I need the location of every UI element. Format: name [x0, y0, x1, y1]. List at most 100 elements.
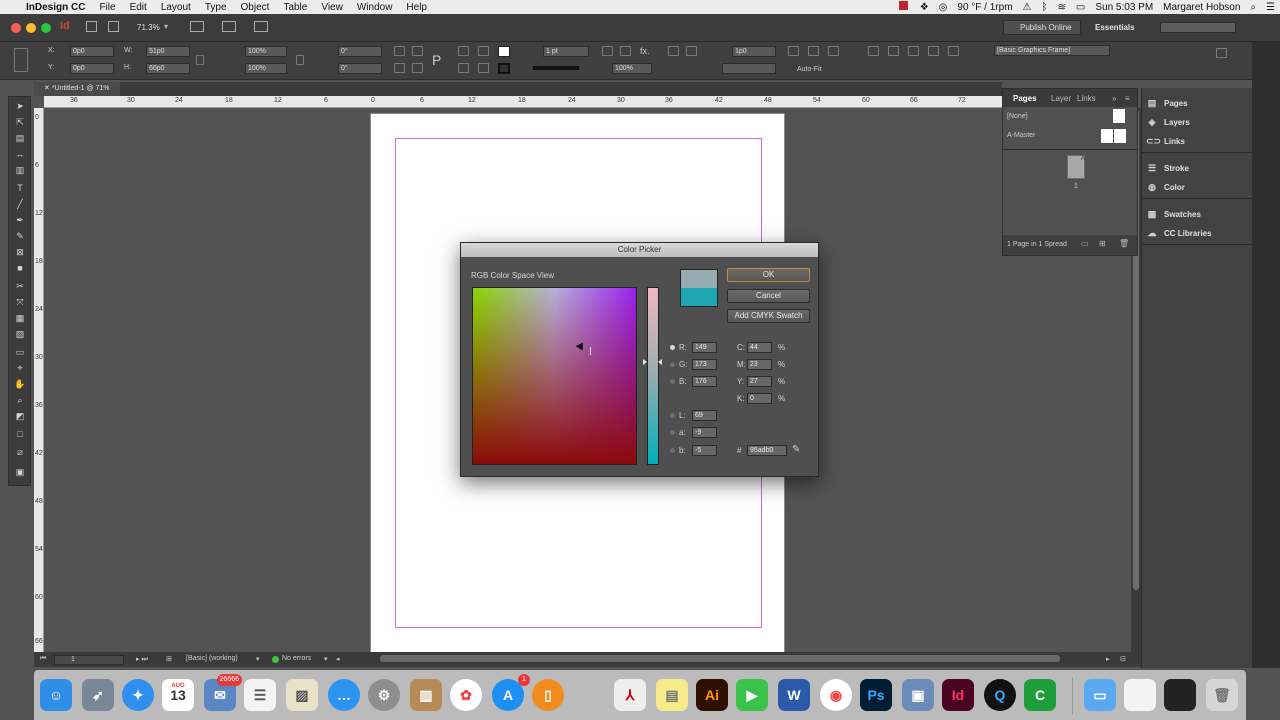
- launchpad-icon[interactable]: ➶: [82, 679, 114, 711]
- record-icon[interactable]: [894, 1, 915, 13]
- b-radio[interactable]: [670, 379, 675, 384]
- a-master-left-thumbnail[interactable]: [1101, 129, 1113, 143]
- screenshot-stack-icon[interactable]: [1164, 679, 1196, 711]
- note-tool-icon[interactable]: ▭: [14, 347, 26, 357]
- reference-point-icon[interactable]: [14, 48, 28, 72]
- scissors-tool-icon[interactable]: ✂: [14, 281, 26, 291]
- scroll-left-icon[interactable]: ◂: [336, 655, 340, 663]
- menu-help[interactable]: Help: [399, 2, 434, 13]
- content-collector-icon[interactable]: ▥: [14, 165, 26, 175]
- y-field[interactable]: 27: [747, 376, 772, 387]
- free-transform-tool-icon[interactable]: ⤧: [14, 297, 26, 307]
- flip-vertical-icon[interactable]: [412, 63, 423, 73]
- stroke-type-selector[interactable]: [533, 66, 579, 70]
- spotlight-icon[interactable]: ⌕: [1245, 2, 1261, 13]
- word-icon[interactable]: W: [778, 679, 810, 711]
- constrain-scale-icon[interactable]: [296, 55, 304, 65]
- align-left-icon[interactable]: [868, 46, 879, 56]
- frame-offset-field[interactable]: 1p0: [732, 46, 776, 57]
- downloads-folder-icon[interactable]: ▭: [1084, 679, 1116, 711]
- close-tab-icon[interactable]: ✕: [44, 85, 52, 92]
- app-store-icon[interactable]: A1: [492, 674, 530, 711]
- app-menu[interactable]: InDesign CC: [19, 2, 92, 13]
- chrome-icon[interactable]: ◉: [820, 679, 852, 711]
- next-page-icon[interactable]: ▸ ⏭: [136, 655, 148, 664]
- menu-object[interactable]: Object: [234, 2, 277, 13]
- opacity-field[interactable]: 100%: [612, 63, 652, 74]
- profile-status[interactable]: [Basic] (working): [186, 655, 238, 662]
- scroll-right-icon[interactable]: ▸: [1106, 655, 1110, 663]
- shear-angle-field[interactable]: 0°: [338, 63, 382, 74]
- flip-horizontal-icon[interactable]: [394, 63, 405, 73]
- close-window-button[interactable]: [11, 23, 21, 33]
- constrain-proportions-icon[interactable]: [196, 55, 204, 65]
- battery-icon[interactable]: ▭: [1071, 2, 1090, 13]
- tab-pages[interactable]: Pages: [1013, 94, 1037, 103]
- zoom-level[interactable]: 71.3%: [137, 23, 160, 32]
- drop-shadow-icon[interactable]: [602, 46, 613, 56]
- dropbox-icon[interactable]: ❖: [915, 2, 934, 13]
- calendar-icon[interactable]: AUG 13: [162, 679, 194, 711]
- align-bottom-icon[interactable]: [948, 46, 959, 56]
- a-field[interactable]: -9: [692, 427, 717, 438]
- open-page-icon[interactable]: ⊞: [166, 655, 172, 663]
- indesign-icon[interactable]: Id: [942, 679, 974, 711]
- align-top-icon[interactable]: [928, 46, 939, 56]
- weather-readout[interactable]: 90 °F / 1rpm: [952, 2, 1017, 13]
- direct-selection-tool-icon[interactable]: ⇱: [14, 117, 26, 127]
- arrange-documents-icon[interactable]: [254, 21, 268, 32]
- menu-window[interactable]: Window: [350, 2, 400, 13]
- style-chevron-down-icon[interactable]: ▾: [256, 655, 260, 663]
- image-capture-icon[interactable]: ▣: [902, 679, 934, 711]
- dock-swatches[interactable]: ▦ Swatches: [1146, 205, 1249, 223]
- pen-tool-icon[interactable]: ✒: [14, 215, 26, 225]
- minimize-window-button[interactable]: [26, 23, 36, 33]
- messages-icon[interactable]: …: [328, 679, 360, 711]
- preflight-errors[interactable]: No errors: [282, 655, 311, 662]
- dock-pages[interactable]: ▤ Pages: [1146, 94, 1249, 112]
- dock-links[interactable]: ⊂⊃ Links: [1146, 132, 1249, 150]
- dock-stroke[interactable]: ☰ Stroke: [1146, 159, 1249, 177]
- color-field[interactable]: [472, 287, 637, 465]
- camtasia-icon[interactable]: C: [1024, 679, 1056, 711]
- screen-mode-tool-icon[interactable]: ▣: [14, 467, 26, 477]
- menu-file[interactable]: File: [92, 2, 122, 13]
- lab-b-field[interactable]: -5: [692, 445, 717, 456]
- zoom-tool-icon[interactable]: ⌕: [14, 395, 26, 405]
- view-options-icon[interactable]: [190, 21, 204, 32]
- k-field[interactable]: 0: [747, 393, 772, 404]
- quicktime-icon[interactable]: Q: [984, 679, 1016, 711]
- zoom-window-button[interactable]: [41, 23, 51, 33]
- line-tool-icon[interactable]: ╱: [14, 199, 26, 209]
- clock[interactable]: Sun 5:03 PM: [1090, 2, 1158, 13]
- formatting-affects-icon[interactable]: □: [14, 429, 26, 439]
- path-p-icon[interactable]: P: [432, 52, 441, 68]
- split-layout-icon[interactable]: ⊟: [1120, 655, 1126, 663]
- reminders-icon[interactable]: ☰: [244, 679, 276, 711]
- object-style-dropdown[interactable]: [Basic Graphics Frame]: [994, 45, 1110, 56]
- text-wrap-icon[interactable]: [668, 46, 679, 56]
- delete-page-icon[interactable]: 🗑: [1119, 239, 1129, 248]
- scale-x-field[interactable]: 100%: [245, 46, 287, 57]
- cancel-button[interactable]: Cancel: [727, 289, 810, 303]
- width-field[interactable]: 51p0: [146, 46, 190, 57]
- illustrator-icon[interactable]: Ai: [696, 679, 728, 711]
- effects-icon[interactable]: [620, 46, 631, 56]
- adobe-stock-search-input[interactable]: [1160, 22, 1236, 33]
- g-field[interactable]: 173: [692, 359, 717, 370]
- wifi-icon[interactable]: ≋: [1053, 2, 1071, 13]
- bluetooth-icon[interactable]: ᛒ: [1037, 2, 1053, 13]
- scale-y-field[interactable]: 100%: [245, 63, 287, 74]
- menu-edit[interactable]: Edit: [123, 2, 154, 13]
- page-number-field[interactable]: 1: [54, 655, 124, 665]
- align-center-icon[interactable]: [888, 46, 899, 56]
- security-icon[interactable]: ⚠: [1018, 2, 1037, 13]
- gap-tool-icon[interactable]: ↔: [14, 149, 26, 159]
- page-tool-icon[interactable]: ▤: [14, 133, 26, 143]
- apply-none-icon[interactable]: ⧄: [14, 447, 26, 457]
- gradient-swatch-tool-icon[interactable]: ▦: [14, 313, 26, 323]
- select-previous-icon[interactable]: [478, 46, 489, 56]
- r-field[interactable]: 149: [692, 342, 717, 353]
- frame-fitting-icon[interactable]: [686, 46, 697, 56]
- photoshop-icon[interactable]: Ps: [860, 679, 892, 711]
